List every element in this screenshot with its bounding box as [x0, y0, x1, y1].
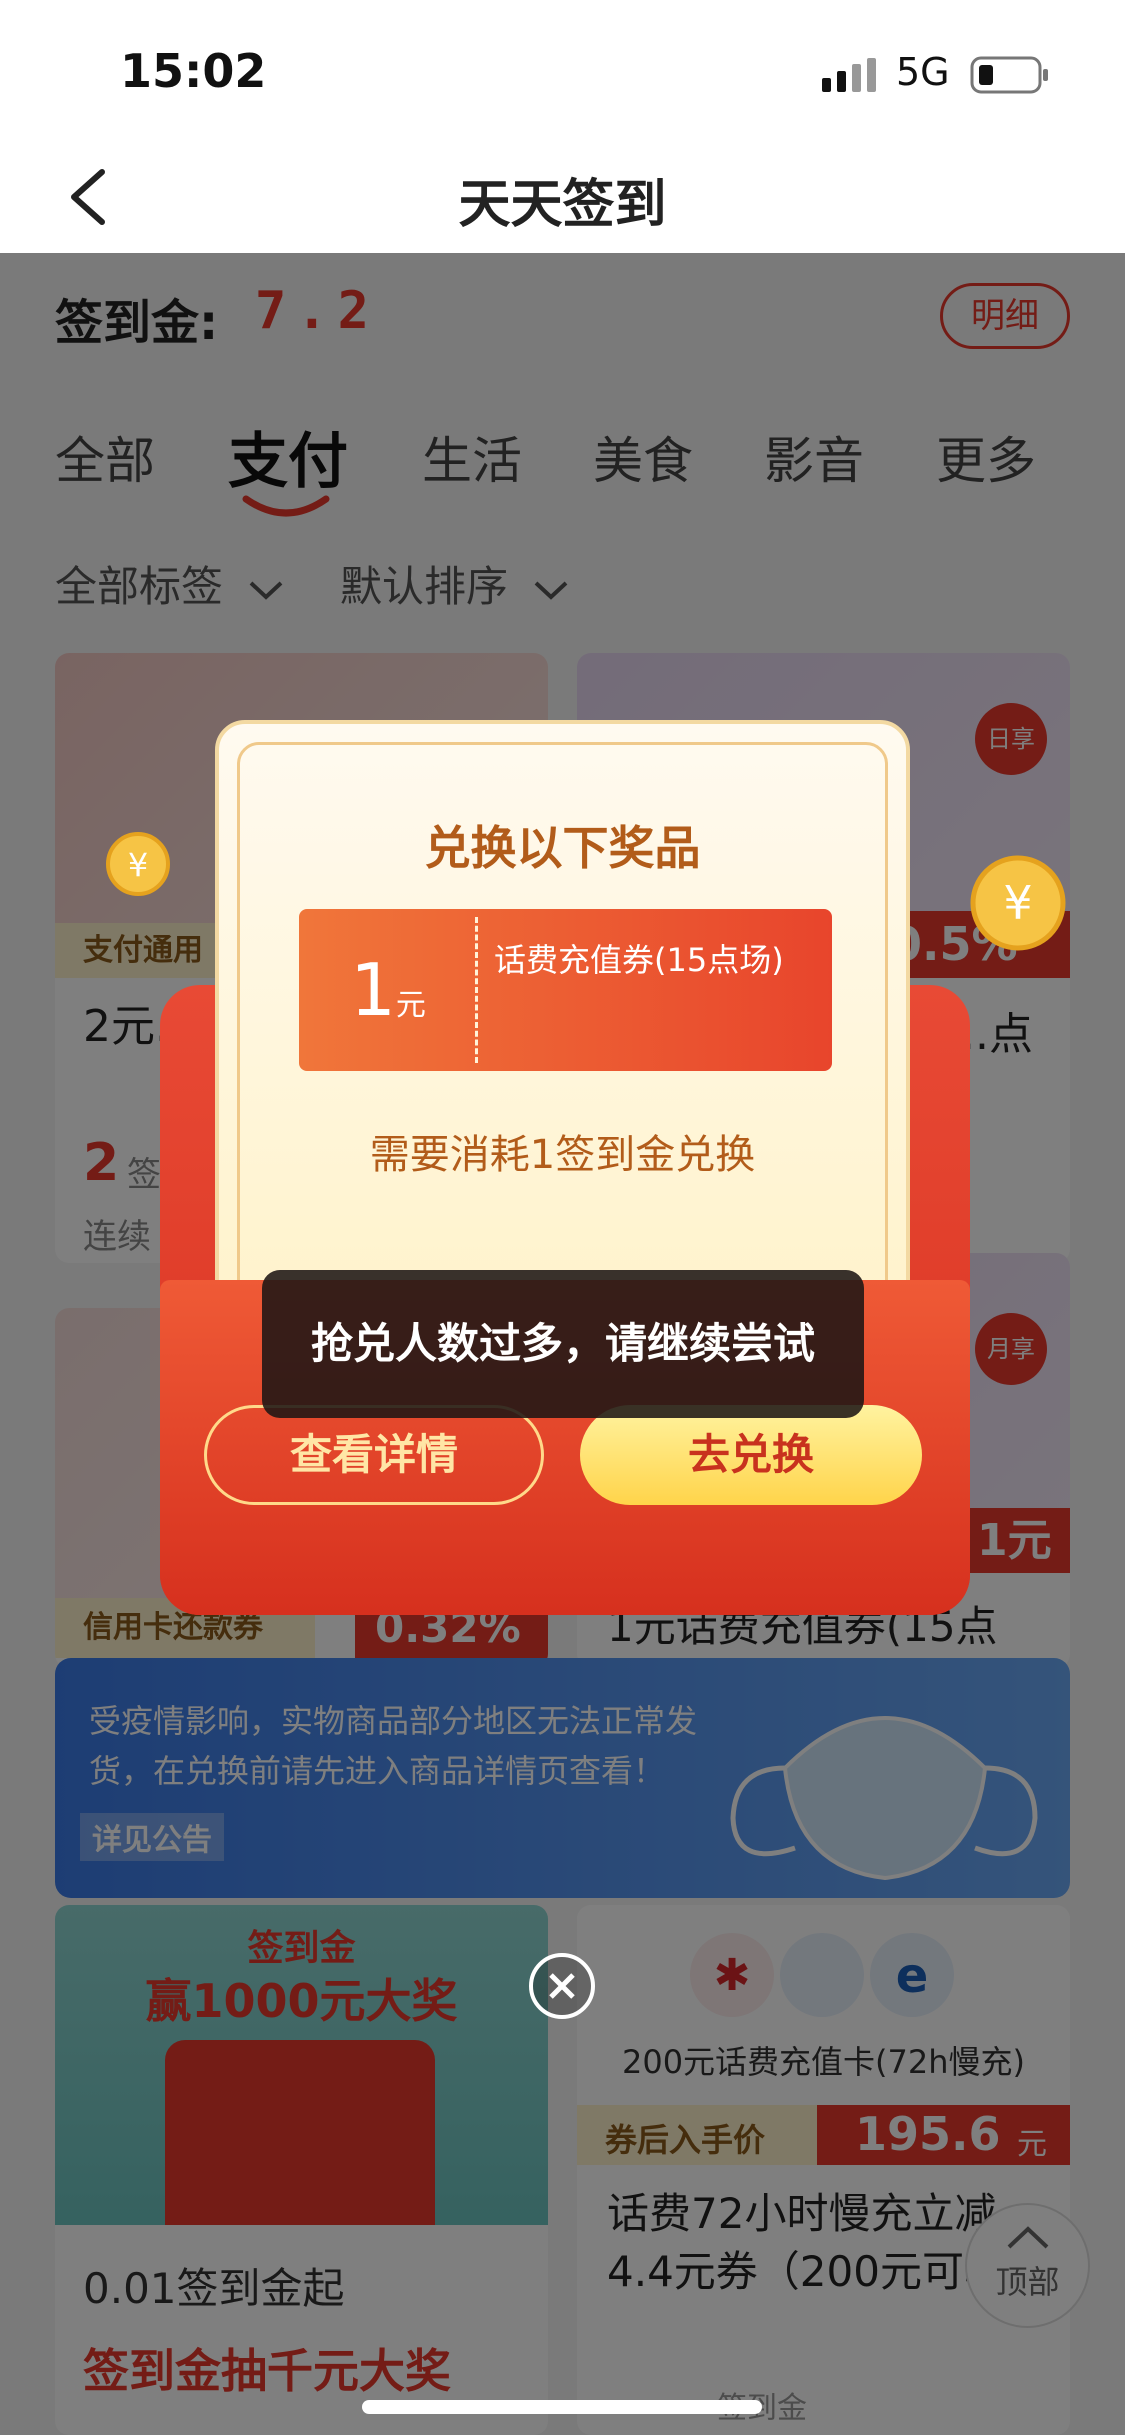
- page-title: 天天签到: [458, 175, 667, 235]
- signal-icon: [822, 58, 878, 98]
- coupon-amount: 1: [350, 948, 396, 1032]
- coupon-name: 话费充值券(15点场): [494, 941, 784, 979]
- coin-icon: ¥: [970, 855, 1066, 955]
- toast-message: 抢兑人数过多，请继续尝试: [262, 1270, 864, 1418]
- home-indicator: [362, 2400, 762, 2414]
- status-bar: 15:02 5G: [0, 0, 1125, 140]
- close-icon: [549, 1973, 575, 1999]
- exchange-button[interactable]: 去兑换: [580, 1405, 922, 1505]
- svg-text:¥: ¥: [128, 846, 148, 884]
- svg-text:¥: ¥: [1003, 876, 1032, 930]
- battery-icon: [970, 56, 1050, 98]
- coin-icon: ¥: [106, 832, 170, 900]
- coupon-divider: [475, 917, 478, 1063]
- modal-title: 兑换以下奖品: [424, 821, 701, 875]
- view-detail-button[interactable]: 查看详情: [204, 1405, 544, 1505]
- nav-bar: 天天签到: [0, 140, 1125, 253]
- coupon: 1元 话费充值券(15点场): [299, 909, 832, 1071]
- status-time: 15:02: [120, 44, 267, 98]
- coupon-unit: 元: [395, 988, 426, 1023]
- network-label: 5G: [896, 50, 950, 94]
- coupon-value: 1元: [299, 909, 477, 1071]
- close-button[interactable]: [529, 1953, 595, 2019]
- cost-text: 需要消耗1签到金兑换: [369, 1132, 756, 1178]
